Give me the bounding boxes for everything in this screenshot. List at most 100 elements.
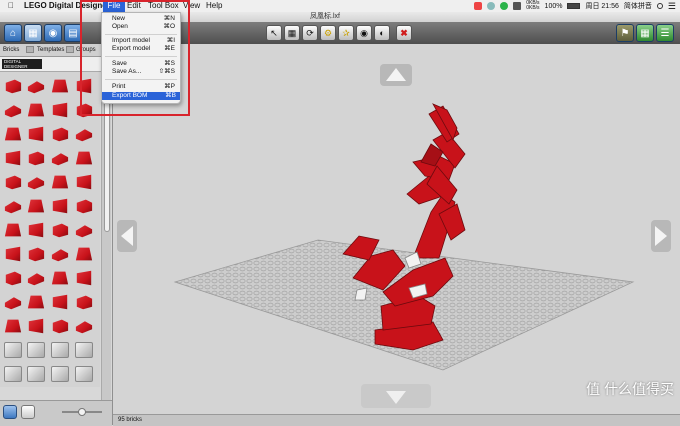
- brick-thumbnail[interactable]: [28, 318, 44, 334]
- color-filter-button[interactable]: [21, 405, 35, 419]
- clone-tool-button[interactable]: ▦: [284, 25, 300, 41]
- build-guide-icon: ▦: [640, 27, 650, 39]
- build-guide-button[interactable]: ▦: [636, 24, 654, 42]
- cloud-icon[interactable]: [487, 2, 496, 10]
- brick-thumbnail[interactable]: [28, 222, 44, 238]
- brick-thumbnail[interactable]: [27, 177, 45, 190]
- apple-menu-icon[interactable]: : [8, 1, 14, 11]
- brick-thumbnail[interactable]: [75, 225, 93, 238]
- home-button[interactable]: ⌂: [4, 24, 22, 42]
- brick-thumbnail[interactable]: [52, 198, 68, 214]
- brick-thumbnail[interactable]: [4, 223, 22, 237]
- brick-thumbnail[interactable]: [52, 102, 68, 118]
- zoom-slider[interactable]: [62, 408, 102, 416]
- paint-bucket-icon: ◉: [360, 27, 368, 38]
- notification-center-icon[interactable]: ☰: [668, 1, 676, 12]
- rotate-right-arrow[interactable]: [651, 220, 671, 252]
- rotate-up-arrow[interactable]: [380, 64, 412, 86]
- brick-thumbnail[interactable]: [51, 366, 69, 382]
- wechat-icon[interactable]: [500, 2, 509, 10]
- brick-thumbnail[interactable]: [27, 81, 45, 94]
- brick-thumbnail[interactable]: [51, 271, 69, 285]
- palette-footer: [0, 400, 112, 426]
- brick-thumbnail[interactable]: [52, 127, 69, 142]
- brick-thumbnail[interactable]: [76, 295, 93, 310]
- brick-thumbnail[interactable]: [4, 319, 22, 333]
- brick-thumbnail[interactable]: [76, 270, 92, 286]
- hinge-align-tool-button[interactable]: ⚙: [320, 25, 336, 41]
- clock[interactable]: 周日 21:56: [585, 1, 618, 11]
- brick-thumbnail[interactable]: [4, 127, 22, 141]
- palette-scrollbar[interactable]: [101, 72, 111, 412]
- hinge-tool-button[interactable]: ⟳: [302, 25, 318, 41]
- rotate-left-arrow[interactable]: [117, 220, 137, 252]
- cursor-icon: ↖: [270, 27, 278, 38]
- sort-bricks-button[interactable]: ☰: [656, 24, 674, 42]
- brick-thumbnail[interactable]: [76, 174, 92, 190]
- zoom-slider-knob[interactable]: [78, 408, 86, 416]
- brick-thumbnail[interactable]: [75, 342, 93, 358]
- brick-thumbnail[interactable]: [52, 223, 69, 238]
- app-status-icon[interactable]: [474, 2, 483, 10]
- brick-thumbnail[interactable]: [51, 79, 69, 93]
- brick-thumbnail[interactable]: [5, 175, 22, 190]
- brick-thumbnail[interactable]: [5, 150, 21, 166]
- brick-thumbnail[interactable]: [27, 273, 45, 286]
- tab-templates[interactable]: Templates: [37, 46, 64, 54]
- brick-thumbnail[interactable]: [4, 201, 22, 214]
- brick-thumbnail[interactable]: [75, 247, 93, 261]
- tab-bricks[interactable]: Bricks: [3, 46, 19, 54]
- brick-thumbnail[interactable]: [75, 366, 93, 382]
- brick-thumbnail[interactable]: [27, 295, 45, 309]
- select-tool-button[interactable]: ↖: [266, 25, 282, 41]
- brick-thumbnail[interactable]: [76, 199, 93, 214]
- brick-mode-icon: ▦: [28, 27, 38, 39]
- brick-thumbnail[interactable]: [5, 79, 22, 94]
- battery-icon[interactable]: [567, 3, 581, 9]
- brick-thumbnail[interactable]: [28, 126, 44, 142]
- paint-tool-button[interactable]: ◉: [356, 25, 372, 41]
- brick-thumbnail[interactable]: [4, 366, 22, 382]
- annotation-highlight-box: [80, 0, 190, 116]
- brick-thumbnail[interactable]: [27, 103, 45, 117]
- brick-thumbnail[interactable]: [52, 319, 69, 334]
- brick-thumbnail[interactable]: [75, 321, 93, 334]
- brick-thumbnail[interactable]: [52, 294, 68, 310]
- net-down: 0KB/s: [526, 5, 540, 11]
- instructions-icon: ▤: [68, 27, 78, 39]
- menu-help[interactable]: Help: [206, 1, 222, 11]
- brick-thumbnail[interactable]: [28, 247, 45, 262]
- flex-tool-button[interactable]: ✰: [338, 25, 354, 41]
- bluetooth-icon[interactable]: [513, 2, 522, 10]
- brick-thumbnail[interactable]: [27, 366, 45, 382]
- view-mode-icon: ◉: [48, 27, 58, 39]
- brick-thumbnail[interactable]: [27, 199, 45, 213]
- scene-svg: [117, 64, 671, 408]
- hide-tool-button[interactable]: ◐: [374, 25, 390, 41]
- brick-grid: [0, 72, 100, 387]
- brick-thumbnail[interactable]: [5, 246, 21, 262]
- brick-thumbnail[interactable]: [27, 342, 45, 358]
- brick-thumbnail[interactable]: [51, 249, 69, 262]
- brick-thumbnail[interactable]: [28, 151, 45, 166]
- brick-thumbnail[interactable]: [75, 151, 93, 165]
- brick-thumbnail[interactable]: [51, 342, 69, 358]
- brick-thumbnail[interactable]: [4, 297, 22, 310]
- build-canvas[interactable]: [113, 44, 680, 414]
- spotlight-search-icon[interactable]: [656, 3, 663, 9]
- brick-thumbnail[interactable]: [4, 342, 22, 358]
- input-method[interactable]: 简体拼音: [624, 1, 652, 11]
- delete-tool-button[interactable]: ✖: [396, 25, 412, 41]
- delete-x-icon: ✖: [400, 27, 408, 38]
- network-speed: 0KB/s 0KB/s: [526, 1, 539, 11]
- theme-toggle-button[interactable]: ⚑: [616, 24, 634, 42]
- rotate-down-arrow[interactable]: [361, 384, 431, 408]
- brick-thumbnail[interactable]: [75, 129, 93, 142]
- brick-thumbnail[interactable]: [51, 153, 69, 166]
- brick-thumbnail[interactable]: [4, 105, 22, 118]
- brick-thumbnail[interactable]: [51, 175, 69, 189]
- mode-view-button[interactable]: ◉: [44, 24, 62, 42]
- mode-build-button[interactable]: ▦: [24, 24, 42, 42]
- brick-thumbnail[interactable]: [5, 271, 22, 286]
- brick-view-button[interactable]: [3, 405, 17, 419]
